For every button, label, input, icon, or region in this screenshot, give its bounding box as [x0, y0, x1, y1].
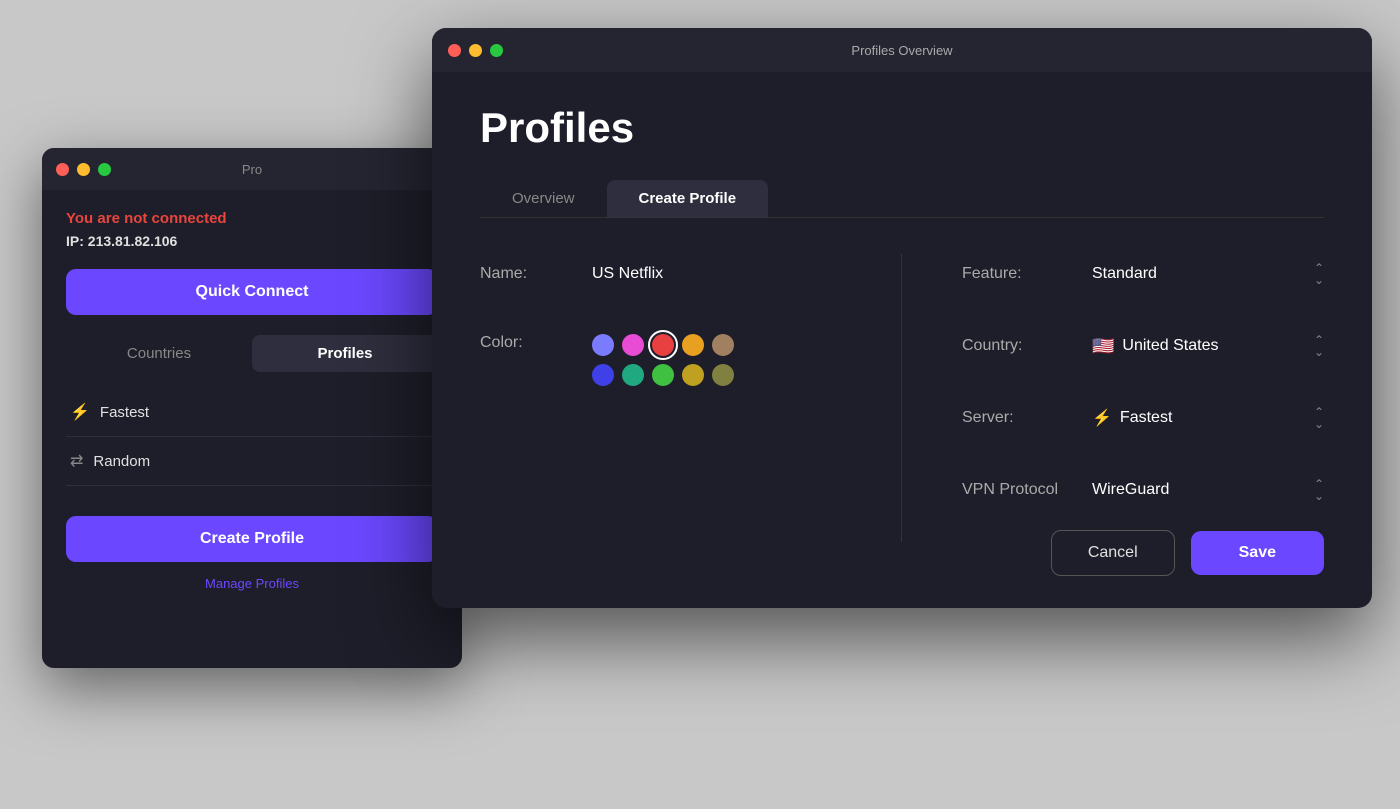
- bg-window-title: Pro: [242, 162, 262, 177]
- feature-value: Standard ⌃⌄: [1092, 262, 1324, 286]
- fastest-label: Fastest: [100, 404, 149, 421]
- feature-row: Feature: Standard ⌃⌄: [962, 254, 1324, 294]
- profile-list: ⚡ Fastest ⇄ Random: [66, 388, 438, 486]
- protocol-stepper[interactable]: ⌃⌄: [1314, 478, 1324, 502]
- maximize-button[interactable]: [98, 163, 111, 176]
- fastest-icon: ⚡: [70, 402, 90, 422]
- country-value: 🇺🇸 United States ⌃⌄: [1092, 334, 1324, 358]
- country-row: Country: 🇺🇸 United States ⌃⌄: [962, 326, 1324, 366]
- country-stepper[interactable]: ⌃⌄: [1314, 334, 1324, 358]
- ip-display: IP: 213.81.82.106: [66, 233, 438, 249]
- color-dot-8[interactable]: [682, 364, 704, 386]
- random-icon: ⇄: [70, 451, 83, 471]
- color-dot-3[interactable]: [682, 334, 704, 356]
- color-dot-2[interactable]: [652, 334, 674, 356]
- minimize-button[interactable]: [77, 163, 90, 176]
- color-dot-5[interactable]: [592, 364, 614, 386]
- bg-title-bar: Pro: [42, 148, 462, 190]
- list-item[interactable]: ⚡ Fastest: [66, 388, 438, 437]
- feature-stepper[interactable]: ⌃⌄: [1314, 262, 1324, 286]
- country-label: Country:: [962, 337, 1092, 355]
- fg-window-title: Profiles Overview: [851, 43, 952, 58]
- color-dot-1[interactable]: [622, 334, 644, 356]
- close-button[interactable]: [56, 163, 69, 176]
- vpn-protocol-row: VPN Protocol WireGuard ⌃⌄: [962, 470, 1324, 510]
- country-name: United States: [1122, 337, 1218, 355]
- list-item[interactable]: ⇄ Random: [66, 437, 438, 486]
- color-dot-6[interactable]: [622, 364, 644, 386]
- save-button[interactable]: Save: [1191, 531, 1324, 575]
- name-row: Name: US Netflix: [480, 254, 841, 294]
- cancel-button[interactable]: Cancel: [1051, 530, 1175, 576]
- tab-countries[interactable]: Countries: [66, 335, 252, 372]
- fg-close-button[interactable]: [448, 44, 461, 57]
- country-flag: 🇺🇸: [1092, 336, 1114, 357]
- vpn-protocol-value: WireGuard ⌃⌄: [1092, 478, 1324, 502]
- feature-label: Feature:: [962, 265, 1092, 283]
- fg-title-bar: Profiles Overview: [432, 28, 1372, 72]
- bg-vpn-window: Pro You are not connected IP: 213.81.82.…: [42, 148, 462, 668]
- form-right-column: Feature: Standard ⌃⌄ Country: 🇺🇸 United …: [902, 254, 1324, 542]
- color-dot-9[interactable]: [712, 364, 734, 386]
- fg-tabs: Overview Create Profile: [480, 180, 1324, 218]
- tab-overview[interactable]: Overview: [480, 180, 607, 217]
- server-value: ⚡ Fastest ⌃⌄: [1092, 406, 1324, 430]
- fg-minimize-button[interactable]: [469, 44, 482, 57]
- quick-connect-button[interactable]: Quick Connect: [66, 269, 438, 315]
- profiles-window: Profiles Overview Profiles Overview Crea…: [432, 28, 1372, 608]
- create-profile-button[interactable]: Create Profile: [66, 516, 438, 562]
- vpn-protocol-label: VPN Protocol: [962, 481, 1092, 499]
- color-picker: [592, 334, 752, 386]
- bolt-icon: ⚡: [1092, 408, 1112, 428]
- footer-buttons: Cancel Save: [1051, 530, 1324, 576]
- color-dot-4[interactable]: [712, 334, 734, 356]
- tab-profiles[interactable]: Profiles: [252, 335, 438, 372]
- server-stepper[interactable]: ⌃⌄: [1314, 406, 1324, 430]
- color-label: Color:: [480, 334, 560, 352]
- color-dot-7[interactable]: [652, 364, 674, 386]
- name-label: Name:: [480, 265, 560, 283]
- ip-value: 213.81.82.106: [88, 233, 178, 249]
- tab-create-profile[interactable]: Create Profile: [607, 180, 769, 217]
- connection-status: You are not connected: [66, 210, 438, 227]
- color-dot-0[interactable]: [592, 334, 614, 356]
- page-title: Profiles: [480, 104, 1324, 152]
- server-row: Server: ⚡ Fastest ⌃⌄: [962, 398, 1324, 438]
- main-tabs: Countries Profiles ›: [66, 335, 438, 372]
- form-left-column: Name: US Netflix Color:: [480, 254, 902, 542]
- create-profile-form: Name: US Netflix Color: Feature: Standar…: [480, 254, 1324, 542]
- server-label: Server:: [962, 409, 1092, 427]
- name-value: US Netflix: [592, 265, 663, 283]
- color-row: Color:: [480, 330, 841, 386]
- fg-maximize-button[interactable]: [490, 44, 503, 57]
- random-label: Random: [93, 453, 150, 470]
- manage-profiles-link[interactable]: Manage Profiles: [66, 576, 438, 591]
